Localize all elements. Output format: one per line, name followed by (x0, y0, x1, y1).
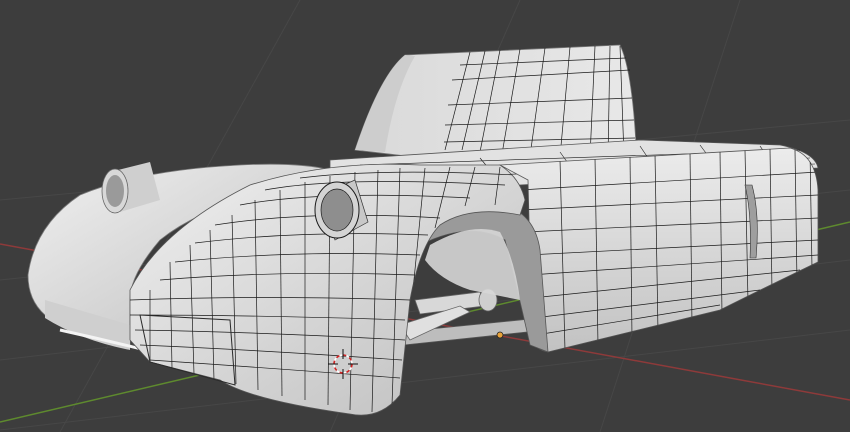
rear-side-panel (498, 147, 819, 353)
viewport-scene[interactable] (0, 0, 850, 432)
3d-viewport[interactable] (0, 0, 850, 432)
object-origin-icon[interactable] (496, 331, 504, 339)
